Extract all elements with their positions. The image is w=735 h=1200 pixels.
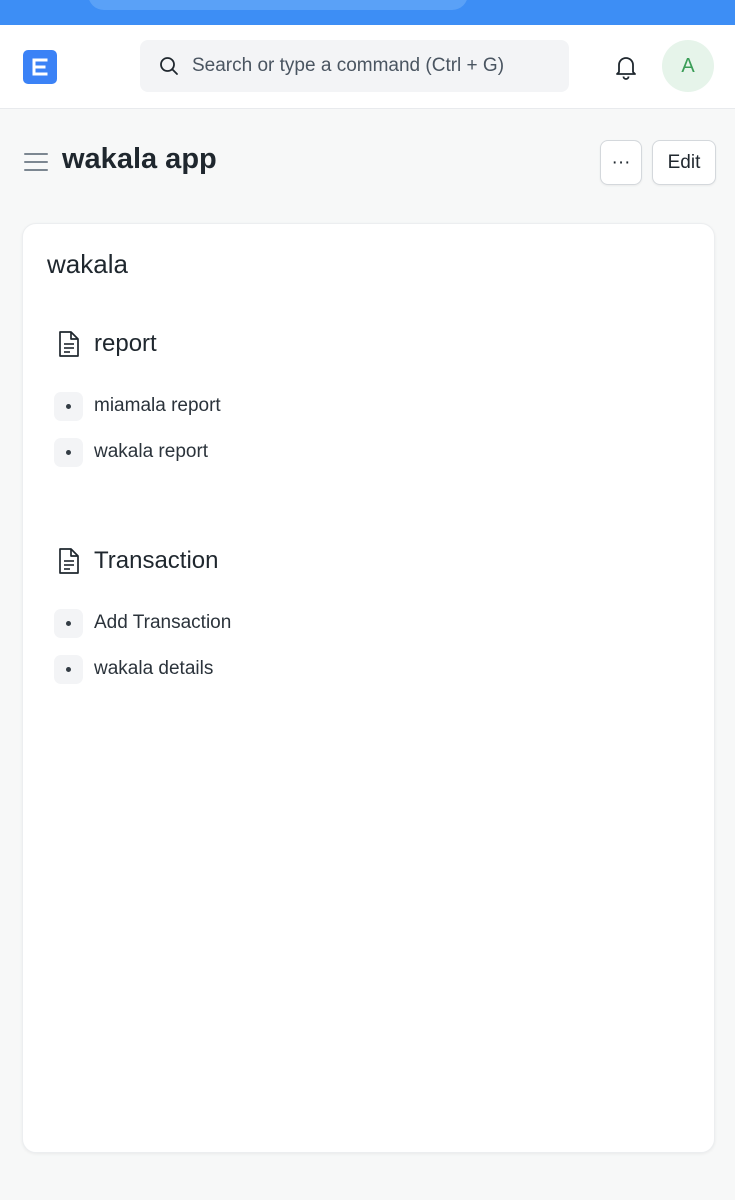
edit-button[interactable]: Edit (652, 140, 716, 185)
bullet-icon (54, 654, 83, 684)
section-label: report (94, 330, 157, 357)
more-options-button[interactable]: ··· (600, 140, 642, 185)
section-report: report miamala report wakala report (54, 328, 654, 467)
link-wakala-details[interactable]: wakala details (54, 654, 654, 684)
page-title: wakala app (62, 143, 217, 175)
search-bar[interactable]: Search or type a command (Ctrl + G) (140, 40, 569, 92)
link-wakala-report[interactable]: wakala report (54, 437, 654, 467)
address-bar-pill (88, 0, 468, 10)
bullet-icon (54, 391, 83, 421)
bullet-icon (54, 437, 83, 467)
browser-top-strip (0, 0, 735, 25)
notification-bell-icon[interactable] (612, 53, 640, 81)
link-label: wakala details (94, 658, 214, 679)
link-add-transaction[interactable]: Add Transaction (54, 608, 654, 638)
search-placeholder: Search or type a command (Ctrl + G) (192, 55, 505, 76)
bullet-icon (54, 608, 83, 638)
link-miamala-report[interactable]: miamala report (54, 391, 654, 421)
avatar[interactable]: A (662, 40, 714, 92)
sidebar-toggle-menu-icon[interactable] (24, 150, 48, 174)
workspace-card: wakala report miamala report wakala repo… (22, 223, 715, 1153)
link-label: wakala report (94, 441, 209, 462)
document-icon (54, 330, 82, 358)
document-icon (54, 547, 82, 575)
section-header[interactable]: report (54, 328, 654, 360)
section-label: Transaction (94, 547, 219, 574)
link-label: miamala report (94, 395, 221, 416)
logo-e-icon (32, 58, 48, 76)
section-transaction: Transaction Add Transaction wakala detai… (54, 545, 654, 684)
avatar-initial: A (681, 54, 695, 77)
navbar: Search or type a command (Ctrl + G) A (0, 25, 735, 109)
app-logo[interactable] (23, 50, 57, 84)
card-title: wakala (47, 249, 128, 279)
section-header[interactable]: Transaction (54, 545, 654, 577)
link-label: Add Transaction (94, 612, 232, 633)
search-icon (159, 56, 179, 76)
